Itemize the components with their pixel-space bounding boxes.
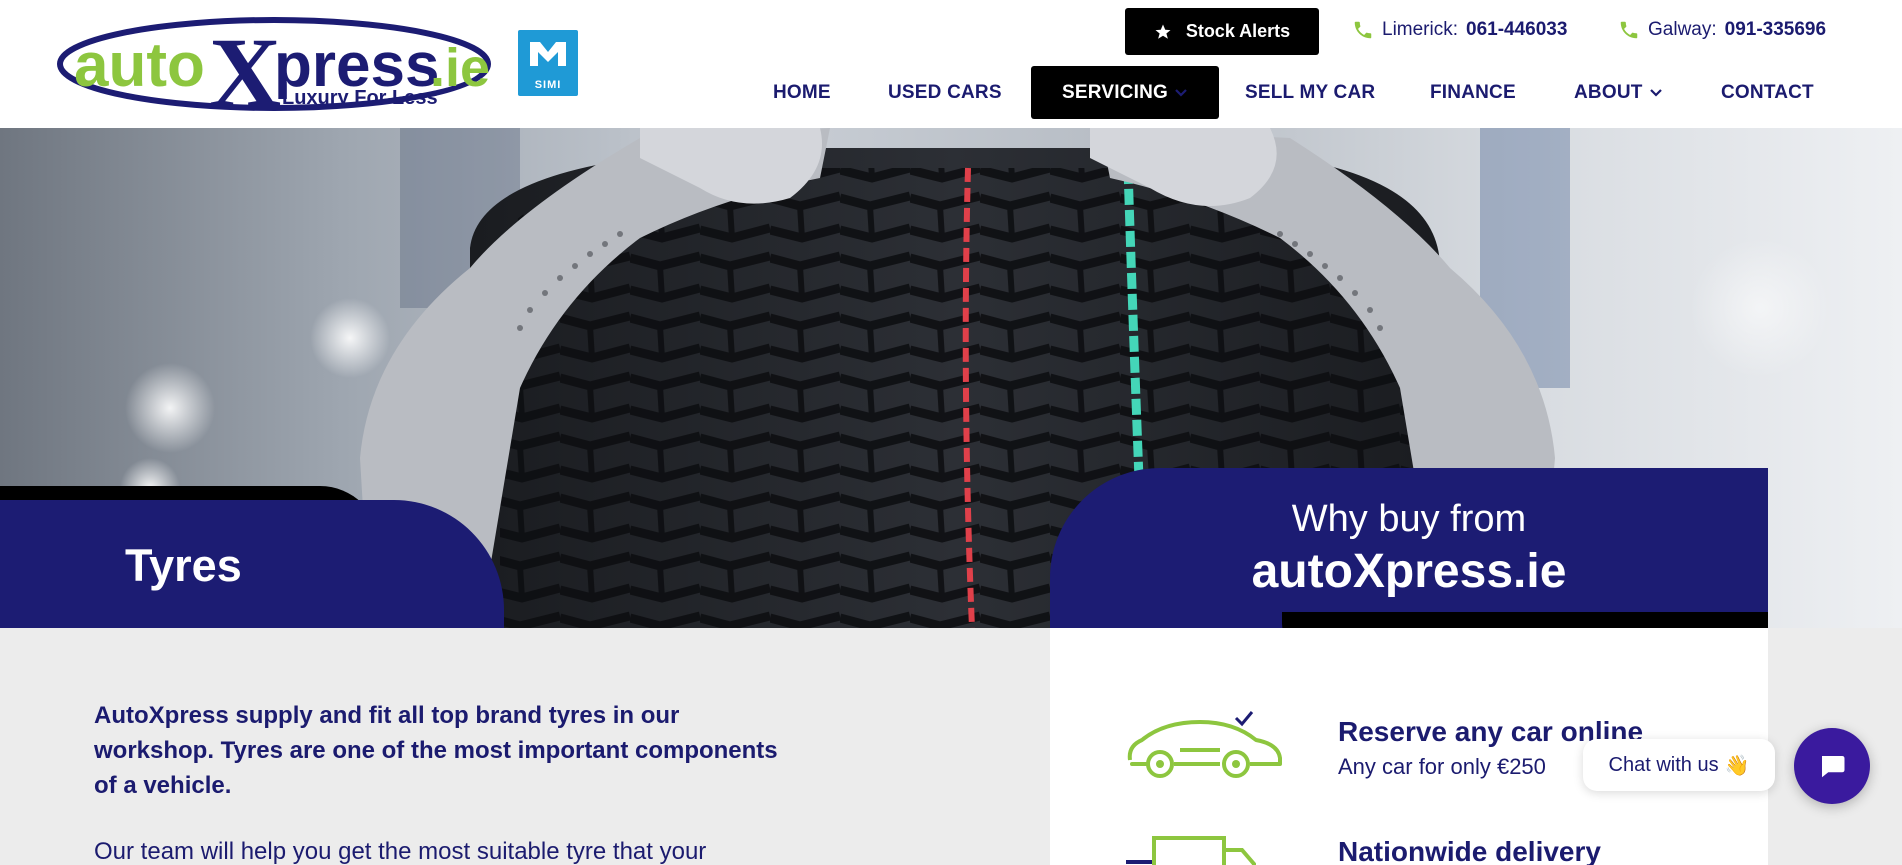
why-buy-brand: autoXpress.ie <box>1251 545 1567 598</box>
body-paragraph: Our team will help you get the most suit… <box>94 838 707 865</box>
nav-finance[interactable]: FINANCE <box>1430 66 1516 119</box>
nav-sell-my-car-label: SELL MY CAR <box>1245 81 1376 103</box>
why-buy-heading: Why buy from <box>1291 498 1527 540</box>
chat-prompt-bubble[interactable]: Chat with us 👋 <box>1583 739 1775 791</box>
logo-text-auto: auto <box>74 31 205 100</box>
simi-logo-icon <box>530 42 566 66</box>
page-title: Tyres <box>125 540 242 591</box>
chevron-down-icon <box>1175 88 1187 97</box>
nav-servicing[interactable]: SERVICING <box>1031 66 1219 119</box>
feature-reserve-subtitle: Any car for only €250 <box>1338 754 1546 779</box>
car-check-icon <box>1127 711 1282 778</box>
main-content: AutoXpress supply and fit all top brand … <box>0 628 1050 865</box>
logo-text-x: X <box>209 17 281 114</box>
autoxpress-logo[interactable]: auto X press .ie Luxury For Less <box>52 14 502 114</box>
simi-label: SIMI <box>534 79 562 91</box>
nav-about-label: ABOUT <box>1574 81 1643 103</box>
nav-about[interactable]: ABOUT <box>1574 66 1663 119</box>
star-icon <box>1155 24 1171 39</box>
nav-home-label: HOME <box>773 81 831 103</box>
nav-servicing-label: SERVICING <box>1062 81 1168 103</box>
nav-used-cars-label: USED CARS <box>888 81 1002 103</box>
nav-sell-my-car[interactable]: SELL MY CAR <box>1245 66 1375 119</box>
phone-icon <box>1620 21 1638 39</box>
intro-paragraph: AutoXpress supply and fit all top brand … <box>94 702 778 799</box>
nav-contact-label: CONTACT <box>1721 81 1814 103</box>
nav-home[interactable]: HOME <box>773 66 831 119</box>
page-title-tab <box>0 500 504 628</box>
nav-finance-label: FINANCE <box>1430 81 1516 103</box>
stock-alerts-label: Stock Alerts <box>1185 21 1291 41</box>
delivery-truck-icon <box>1126 836 1256 865</box>
simi-badge: SIMI <box>518 30 578 96</box>
nav-contact[interactable]: CONTACT <box>1721 66 1814 119</box>
phone-limerick-label: Limerick: <box>1382 19 1459 40</box>
phone-galway-number[interactable]: 091-335696 <box>1725 19 1826 41</box>
stock-alerts-button[interactable]: Stock Alerts <box>1125 8 1319 55</box>
site-header: auto X press .ie Luxury For Less SIMI St… <box>0 0 1902 128</box>
phone-icon <box>1354 21 1372 39</box>
phone-limerick-number[interactable]: 061-446033 <box>1466 19 1567 41</box>
why-buy-panel: Why buy from autoXpress.ie <box>1050 468 1768 628</box>
chat-prompt-text: Chat with us <box>1608 753 1719 776</box>
feature-delivery-title: Nationwide delivery <box>1338 836 1601 865</box>
wave-icon: 👋 <box>1724 754 1750 777</box>
phone-limerick[interactable]: Limerick: 061-446033 <box>1352 19 1567 41</box>
chat-icon <box>1822 756 1845 778</box>
chat-launcher-button[interactable] <box>1794 728 1870 804</box>
phone-galway[interactable]: Galway: 091-335696 <box>1618 19 1826 41</box>
nav-used-cars[interactable]: USED CARS <box>888 66 1002 119</box>
logo-tagline: Luxury For Less <box>282 87 438 109</box>
chevron-down-icon <box>1649 88 1662 97</box>
phone-galway-label: Galway: <box>1648 19 1717 40</box>
logo-text-ie: .ie <box>430 38 490 98</box>
